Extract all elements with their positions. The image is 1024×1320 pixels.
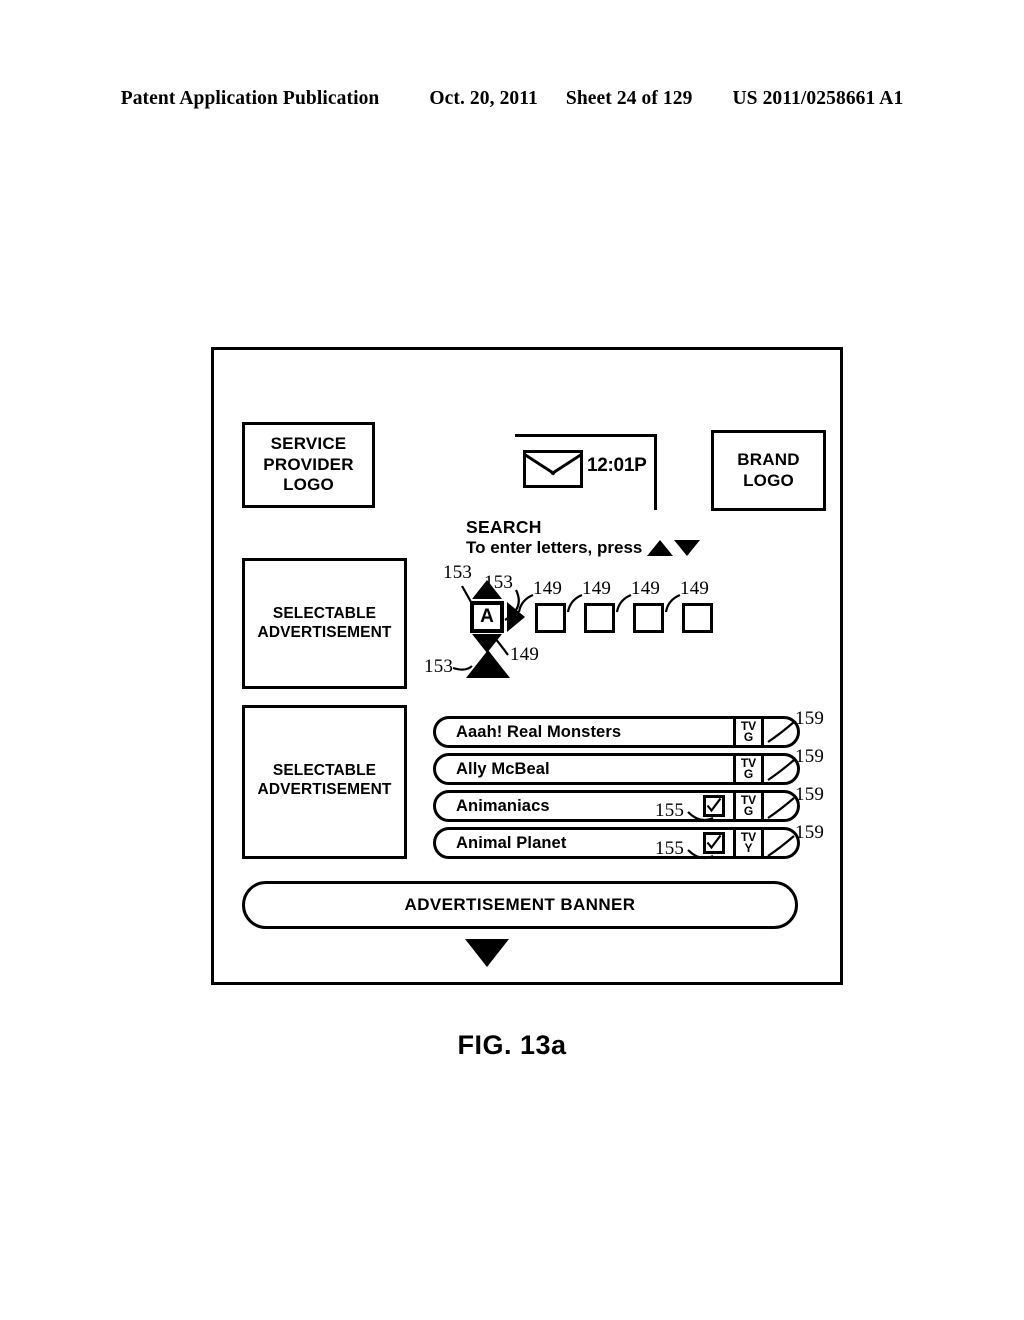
callout-159-row-2: 159 bbox=[795, 746, 825, 767]
table-row[interactable]: Animaniacs TV G bbox=[433, 790, 800, 822]
publication-date: Oct. 20, 2011 bbox=[429, 88, 538, 109]
callout-149-cell-3: 149 bbox=[631, 578, 661, 599]
callout-149-cell-2: 149 bbox=[582, 578, 612, 599]
rating-badge: TV G bbox=[733, 753, 764, 785]
callout-149-cell-1: 149 bbox=[533, 578, 563, 599]
rating-line-2: G bbox=[743, 767, 754, 781]
service-provider-logo: SERVICE PROVIDER LOGO bbox=[242, 422, 375, 508]
rating-line-2: G bbox=[743, 730, 754, 744]
status-bracket-right-rule bbox=[654, 434, 657, 510]
callout-149-cell-4: 149 bbox=[680, 578, 710, 599]
sheet-number: Sheet 24 of 129 bbox=[565, 88, 693, 109]
scroll-down-arrow-icon[interactable] bbox=[465, 939, 509, 967]
callout-149-letter-cell: 149 bbox=[510, 644, 540, 665]
rating-line-2: G bbox=[743, 804, 754, 818]
reminder-checkbox[interactable] bbox=[703, 795, 725, 817]
empty-letter-cell-4[interactable] bbox=[682, 603, 713, 633]
search-title: SEARCH bbox=[466, 517, 542, 537]
search-hint: To enter letters, press bbox=[466, 538, 701, 558]
advertisement-banner[interactable]: ADVERTISEMENT BANNER bbox=[242, 881, 798, 929]
rating-badge: TV Y bbox=[733, 827, 764, 859]
status-bracket-top-rule bbox=[515, 434, 657, 437]
rating-badge: TV G bbox=[733, 790, 764, 822]
table-row[interactable]: Aaah! Real Monsters TV G bbox=[433, 716, 800, 748]
callout-153-up: 153 bbox=[443, 562, 473, 583]
brand-logo-label: BRAND LOGO bbox=[737, 449, 800, 490]
empty-letter-cell-2[interactable] bbox=[584, 603, 615, 633]
callout-155-row-4: 155 bbox=[655, 838, 685, 859]
program-title: Animal Planet bbox=[456, 833, 567, 852]
selectable-advertisement-1-label: SELECTABLE ADVERTISEMENT bbox=[257, 604, 392, 641]
selectable-advertisement-1[interactable]: SELECTABLE ADVERTISEMENT bbox=[242, 558, 407, 689]
empty-letter-cell-3[interactable] bbox=[633, 603, 664, 633]
envelope-icon[interactable] bbox=[523, 450, 583, 488]
letter-advance-right-icon[interactable] bbox=[507, 602, 525, 632]
publication-title: Patent Application Publication bbox=[120, 88, 380, 109]
tv-screen-frame: SERVICE PROVIDER LOGO 12:01P BRAND LOGO … bbox=[211, 347, 843, 985]
status-bar: 12:01P bbox=[515, 434, 657, 510]
empty-letter-cell-1[interactable] bbox=[535, 603, 566, 633]
program-title: Ally McBeal bbox=[456, 759, 550, 778]
patent-number: US 2011/0258661 A1 bbox=[732, 88, 904, 109]
callout-153-right: 153 bbox=[484, 572, 514, 593]
rating-line-2: Y bbox=[744, 841, 753, 855]
selectable-advertisement-2-label: SELECTABLE ADVERTISEMENT bbox=[257, 762, 392, 798]
table-row[interactable]: Ally McBeal TV G bbox=[433, 753, 800, 785]
brand-logo: BRAND LOGO bbox=[711, 430, 826, 511]
table-row[interactable]: Animal Planet TV Y bbox=[433, 827, 800, 859]
search-hint-arrows bbox=[647, 540, 701, 556]
callout-159-row-4: 159 bbox=[795, 822, 825, 843]
triangle-down-icon bbox=[674, 540, 701, 556]
program-result-list: Aaah! Real Monsters TV G Ally McBeal TV … bbox=[433, 716, 800, 864]
reminder-checkbox[interactable] bbox=[703, 832, 725, 854]
figure-caption: FIG. 13a bbox=[457, 1030, 567, 1060]
program-title: Animaniacs bbox=[456, 796, 550, 815]
active-letter-cell[interactable]: A bbox=[470, 601, 504, 633]
callout-155-row-3: 155 bbox=[655, 800, 685, 821]
search-hint-label: To enter letters, press bbox=[466, 538, 643, 557]
callout-159-row-3: 159 bbox=[795, 784, 825, 805]
callout-153-cursor: 153 bbox=[424, 656, 454, 677]
selectable-advertisement-2[interactable]: SELECTABLE ADVERTISEMENT bbox=[242, 705, 407, 859]
publication-header: Patent Application Publication Oct. 20, … bbox=[0, 88, 1024, 110]
clock-time: 12:01P bbox=[587, 455, 647, 476]
callout-159-row-1: 159 bbox=[795, 708, 825, 729]
letter-cursor-icon bbox=[466, 650, 510, 678]
rating-badge: TV G bbox=[733, 716, 764, 748]
triangle-up-icon bbox=[647, 540, 674, 556]
advertisement-banner-label: ADVERTISEMENT BANNER bbox=[404, 895, 636, 914]
service-provider-logo-label: SERVICE PROVIDER LOGO bbox=[263, 433, 354, 495]
program-title: Aaah! Real Monsters bbox=[456, 722, 622, 741]
